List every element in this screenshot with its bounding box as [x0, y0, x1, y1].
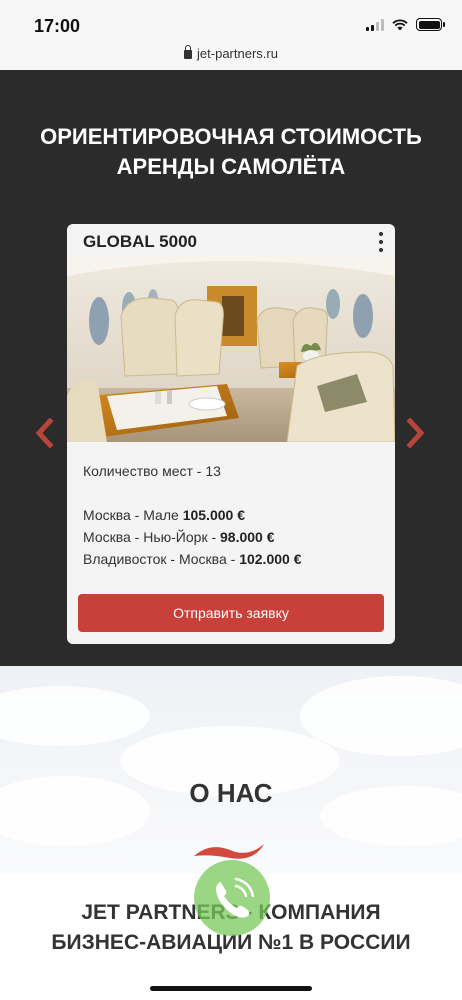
route-name: Москва - Нью-Йорк - [83, 529, 221, 545]
status-icons [366, 18, 445, 31]
aircraft-card: GLOBAL 5000 Количество мест - 13 Москва … [67, 224, 395, 644]
pricing-title-line2: АРЕНДЫ САМОЛЁТА [116, 154, 346, 179]
wifi-icon [392, 18, 408, 30]
route-row: Москва - Нью-Йорк - 98.000 € [83, 526, 383, 548]
status-time: 17:00 [34, 16, 81, 36]
home-indicator [150, 986, 312, 991]
about-title: О НАС [189, 778, 273, 808]
pricing-title: ОРИЕНТИРОВОЧНАЯ СТОИМОСТЬ АРЕНДЫ САМОЛЁТ… [0, 122, 462, 182]
prev-arrow-icon[interactable] [34, 418, 56, 448]
route-name: Владивосток - Москва - [83, 551, 240, 567]
aircraft-info: Количество мест - 13 Москва - Мале 105.0… [83, 460, 383, 570]
send-request-button[interactable]: Отправить заявку [78, 594, 384, 632]
seat-count: Количество мест - 13 [83, 463, 221, 479]
route-price: 98.000 € [220, 529, 275, 545]
url-text: jet-partners.ru [197, 46, 278, 61]
about-section: О НАС JET PARTNERS - КОМПАНИЯ БИЗНЕС-АВИ… [0, 666, 462, 1000]
aircraft-interior-image [67, 256, 395, 442]
pricing-title-line1: ОРИЕНТИРОВОЧНАЯ СТОИМОСТЬ [40, 124, 422, 149]
status-bar: 17:00 [0, 0, 462, 44]
address-bar[interactable]: jet-partners.ru [0, 44, 462, 70]
route-price: 105.000 € [182, 507, 245, 523]
signal-icon [366, 18, 384, 31]
lock-icon [184, 45, 193, 59]
pricing-section: ОРИЕНТИРОВОЧНАЯ СТОИМОСТЬ АРЕНДЫ САМОЛЁТ… [0, 70, 462, 666]
battery-icon [416, 18, 445, 31]
route-name: Москва - Мале [83, 507, 183, 523]
more-menu-icon[interactable] [379, 232, 385, 252]
aircraft-name: GLOBAL 5000 [83, 232, 198, 251]
route-price: 102.000 € [239, 551, 302, 567]
next-arrow-icon[interactable] [404, 418, 426, 448]
call-button[interactable] [194, 860, 270, 936]
route-row: Владивосток - Москва - 102.000 € [83, 548, 383, 570]
phone-icon [216, 877, 255, 918]
route-row: Москва - Мале 105.000 € [83, 504, 383, 526]
